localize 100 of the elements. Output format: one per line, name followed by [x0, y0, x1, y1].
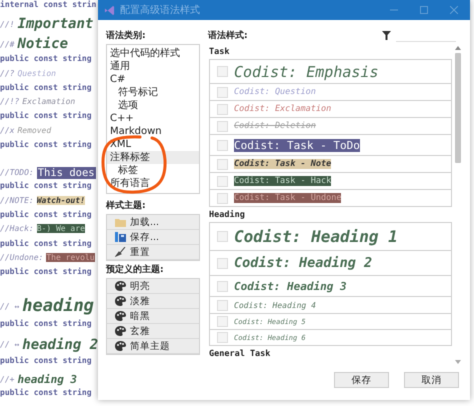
- floppy-icon: [115, 232, 126, 242]
- comment-text: heading 3: [17, 372, 78, 386]
- code-line: public const string: [0, 319, 92, 328]
- code-line: internal const strin: [0, 0, 96, 9]
- style-sample: Codist: Task - Hack: [234, 176, 332, 186]
- code-line: public const string: [0, 356, 92, 365]
- comment-text: Exclamation: [22, 97, 76, 106]
- style-sample: Codist: Emphasis: [234, 62, 378, 80]
- style-sample: Codist: Heading 4: [234, 300, 316, 310]
- theme-button[interactable]: 明亮: [107, 279, 199, 294]
- style-sample: Codist: Task - Undone: [234, 193, 342, 203]
- style-row[interactable]: Codist: Emphasis: [210, 60, 451, 84]
- theme-button[interactable]: 玄雅: [107, 324, 199, 339]
- scrollbar[interactable]: [453, 44, 462, 366]
- comment-prefix: // ↔: [0, 340, 20, 350]
- checkbox[interactable]: [217, 258, 228, 268]
- code-line: public const string: [0, 140, 92, 150]
- theme-button[interactable]: 加载...: [107, 215, 199, 230]
- checkbox[interactable]: [217, 158, 228, 170]
- comment-text: heading 2: [22, 336, 98, 353]
- style-row[interactable]: Codist: Heading 2: [210, 251, 451, 276]
- style-row[interactable]: Codist: Heading 1: [210, 223, 451, 251]
- comment-prefix: // ↔: [0, 302, 20, 311]
- checkbox[interactable]: [217, 176, 228, 186]
- checkbox[interactable]: [217, 104, 228, 114]
- checkbox[interactable]: [217, 300, 228, 310]
- style-row[interactable]: Codist: Heading 4: [210, 297, 451, 314]
- category-item[interactable]: 选中代码的样式: [107, 47, 199, 60]
- comment-text: The revolu: [46, 252, 95, 262]
- comment-prefix: //x: [0, 126, 14, 135]
- style-row[interactable]: Codist: Heading 3: [210, 276, 451, 297]
- style-sample: Codist: Task - ToDo: [234, 138, 360, 152]
- style-sample: Codist: Task - Note: [234, 159, 332, 169]
- category-item[interactable]: 选项: [107, 99, 199, 112]
- comment-prefix: //!?: [0, 97, 20, 106]
- comment-prefix: //?: [0, 68, 14, 78]
- checkbox[interactable]: [217, 66, 228, 77]
- style-sample: Codist: Question: [234, 87, 316, 97]
- checkbox[interactable]: [217, 120, 228, 132]
- filter-icon[interactable]: [382, 30, 391, 40]
- code-line: public const string: [0, 267, 92, 276]
- app-icon: [104, 4, 115, 16]
- style-row[interactable]: Codist: Task - ToDo: [210, 135, 451, 156]
- comment-text: Watch-out!: [36, 196, 85, 205]
- comment-text: Notice: [17, 36, 68, 52]
- section-label: 语法类别:: [106, 29, 147, 42]
- checkbox[interactable]: [217, 192, 228, 204]
- category-item[interactable]: 通用: [107, 60, 199, 73]
- code-line: public const string: [0, 82, 92, 92]
- window-title: 配置高级语法样式: [120, 4, 200, 17]
- comment-text: This does: [36, 166, 96, 179]
- comment-prefix: //Undone:: [0, 252, 44, 262]
- checkbox[interactable]: [217, 280, 228, 292]
- comment-prefix: //!: [0, 20, 14, 29]
- theme-button[interactable]: 重置: [107, 245, 199, 260]
- palette-icon: [115, 281, 126, 291]
- style-sample: Codist: Heading 1: [234, 227, 398, 246]
- style-sample: Codist: Deletion: [234, 121, 316, 131]
- style-sample: Codist: Heading 2: [234, 255, 372, 271]
- palette-icon: [115, 341, 126, 351]
- section-label: 语法样式:: [208, 29, 248, 42]
- group-heading: Heading: [209, 209, 246, 222]
- category-item[interactable]: 标签: [107, 164, 199, 177]
- comment-text: Removed: [17, 126, 52, 135]
- dialog-button[interactable]: 保存: [334, 372, 389, 388]
- theme-button[interactable]: 淡雅: [107, 294, 199, 309]
- scroll-thumb[interactable]: [454, 53, 460, 163]
- section-label: 预定义的主题:: [106, 263, 165, 276]
- checkbox[interactable]: [217, 316, 228, 327]
- comment-text: B-) We are: [36, 224, 85, 234]
- theme-button[interactable]: 保存...: [107, 230, 199, 245]
- checkbox[interactable]: [217, 332, 228, 343]
- theme-button[interactable]: 简单主题: [107, 339, 199, 354]
- palette-icon: [115, 326, 126, 336]
- comment-text: Important: [17, 16, 94, 32]
- checkbox[interactable]: [217, 231, 228, 242]
- comment-prefix: //+: [0, 374, 14, 384]
- code-line: public const string: [0, 181, 92, 190]
- maximize-icon[interactable]: [420, 6, 428, 14]
- close-icon[interactable]: [450, 6, 458, 14]
- comment-prefix: //#: [0, 40, 14, 49]
- category-item[interactable]: 注释标签: [107, 151, 199, 164]
- scroll-up-icon[interactable]: [454, 46, 460, 50]
- code-line: public const string: [0, 238, 92, 248]
- category-item[interactable]: C#: [107, 73, 199, 86]
- scroll-down-icon[interactable]: [454, 360, 460, 364]
- theme-button[interactable]: 暗黑: [107, 309, 199, 324]
- checkbox[interactable]: [217, 86, 228, 98]
- dialog-button[interactable]: 取消: [404, 372, 459, 388]
- palette-icon: [115, 296, 126, 306]
- category-item[interactable]: Markdown: [107, 125, 199, 138]
- style-sample: Codist: Heading 3: [234, 280, 347, 292]
- checkbox[interactable]: [217, 140, 228, 150]
- comment-prefix: //TODO:: [0, 168, 34, 178]
- style-row[interactable]: Codist: Task - Note: [210, 156, 451, 173]
- style-sample: Codist: Exclamation: [234, 104, 332, 114]
- category-item[interactable]: C++: [107, 112, 199, 125]
- style-row[interactable]: Codist: Task - Hack: [210, 173, 451, 190]
- comment-text: Question: [17, 68, 56, 78]
- category-item[interactable]: 符号标记: [107, 86, 199, 99]
